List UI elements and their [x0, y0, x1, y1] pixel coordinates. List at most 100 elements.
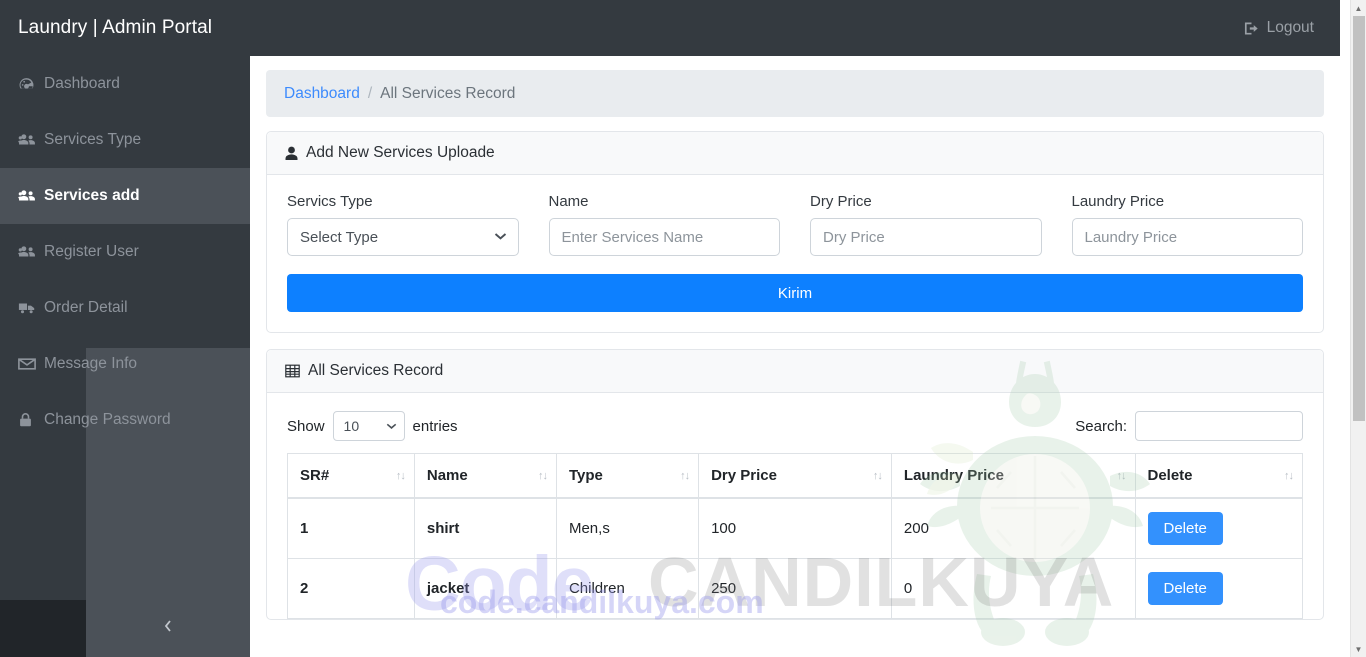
table-row: 2 jacket Children 250 0 Delete [287, 558, 1303, 619]
scrollbar-up-arrow[interactable]: ▲ [1351, 0, 1366, 16]
table-icon [285, 364, 300, 378]
submit-button[interactable]: Kirim [287, 274, 1303, 312]
logout-button[interactable]: Logout [1243, 19, 1314, 37]
add-service-card-body: Servics Type Select Type Name Enter Serv… [267, 175, 1323, 332]
column-header-label: Name [426, 467, 468, 484]
cell-sr: 2 [287, 558, 415, 619]
services-type-label: Servics Type [287, 193, 373, 210]
sort-icon: ↑↓ [1284, 469, 1294, 482]
sidebar-item-register-user[interactable]: Register User [0, 224, 250, 280]
sidebar-collapse-button[interactable] [86, 600, 250, 657]
lock-icon [18, 412, 44, 428]
truck-icon [18, 300, 44, 316]
chevron-left-icon [163, 618, 173, 639]
sidebar-item-label: Message Info [44, 355, 138, 372]
logout-label: Logout [1266, 19, 1314, 36]
sort-icon: ↑↓ [1116, 469, 1127, 482]
dry-price-input[interactable] [810, 218, 1042, 256]
tachometer-icon [18, 76, 44, 93]
cell-dry-price: 100 [698, 497, 892, 559]
column-header-name[interactable]: Name ↑↓ [413, 453, 557, 499]
breadcrumb-link-dashboard[interactable]: Dashboard [284, 85, 360, 103]
brand-title: Laundry | Admin Portal [18, 17, 213, 38]
sidebar-item-message-info[interactable]: Message Info [0, 336, 250, 392]
sidebar-item-label: Dashboard [44, 75, 120, 92]
column-header-sr[interactable]: SR# ↑↓ [287, 453, 415, 499]
sidebar-item-dashboard[interactable]: Dashboard [0, 56, 250, 112]
datatable-wrapper: Show 10 entries Search: SR# ↑↓ Name ↑↓ T… [267, 393, 1323, 619]
table-row: 1 shirt Men,s 100 200 Delete [287, 497, 1303, 559]
cell-name: shirt [413, 497, 557, 559]
form-group-laundry-price: Laundry Price [1071, 193, 1303, 256]
users-icon [18, 188, 44, 204]
delete-button[interactable]: Delete [1147, 572, 1223, 605]
sort-icon: ↑↓ [537, 469, 548, 482]
column-header-laundry-price[interactable]: Laundry Price ↑↓ [890, 453, 1136, 499]
cell-dry-price: 250 [698, 558, 892, 619]
all-services-record-card: All Services Record Show 10 entries Sear… [266, 349, 1324, 620]
form-group-services-type: Servics Type Select Type [287, 193, 519, 256]
column-header-label: Delete [1147, 467, 1193, 484]
sidebar-item-change-password[interactable]: Change Password [0, 392, 250, 448]
all-services-record-card-header: All Services Record [267, 350, 1323, 393]
name-label: Name [548, 193, 589, 210]
breadcrumb-current: All Services Record [380, 84, 516, 102]
sort-icon: ↑↓ [872, 469, 883, 482]
laundry-price-input[interactable] [1071, 218, 1303, 256]
all-services-record-card-title: All Services Record [308, 362, 444, 379]
dry-price-label: Dry Price [810, 193, 872, 210]
sidebar-item-services-type[interactable]: Services Type [0, 112, 250, 168]
datatable-controls: Show 10 entries Search: [287, 411, 1303, 441]
sidebar-item-label: Services Type [44, 131, 142, 148]
table-header-row: SR# ↑↓ Name ↑↓ Type ↑↓ Dry Price ↑↓ Laun… [287, 453, 1303, 499]
form-group-dry-price: Dry Price [810, 193, 1042, 256]
column-header-label: SR# [300, 467, 330, 484]
cell-delete: Delete [1134, 497, 1303, 559]
form-group-name: Name [548, 193, 780, 256]
sidebar-item-services-add[interactable]: Services add [0, 168, 250, 224]
scrollbar-thumb[interactable] [1353, 16, 1365, 421]
topbar: Logout [250, 0, 1340, 56]
sidebar-item-order-detail[interactable]: Order Detail [0, 280, 250, 336]
breadcrumb-separator: / [367, 84, 373, 102]
add-service-card: Add New Services Uploade Servics Type Se… [266, 131, 1324, 333]
breadcrumb: Dashboard / All Services Record [266, 70, 1324, 117]
services-name-input[interactable] [548, 218, 780, 256]
column-header-label: Dry Price [711, 467, 777, 484]
delete-button[interactable]: Delete [1147, 512, 1223, 545]
sidebar-item-label: Order Detail [44, 299, 128, 316]
column-header-type[interactable]: Type ↑↓ [555, 453, 700, 499]
cell-laundry-price: 200 [890, 497, 1136, 559]
admin-portal-page: Laundry | Admin Portal Dashboard Service… [0, 0, 1366, 657]
datatable-search-control: Search: [1075, 411, 1303, 441]
column-header-label: Laundry Price [903, 467, 1004, 484]
entries-label: entries [412, 417, 458, 435]
scrollbar-down-arrow[interactable]: ▼ [1351, 641, 1366, 657]
sidebar-item-label: Services add [44, 187, 140, 204]
services-table: SR# ↑↓ Name ↑↓ Type ↑↓ Dry Price ↑↓ Laun… [287, 453, 1303, 619]
search-input[interactable] [1135, 411, 1303, 441]
datatable-length-control: Show 10 entries [287, 411, 458, 441]
sort-icon: ↑↓ [680, 469, 690, 482]
page-length-select[interactable]: 10 [332, 411, 405, 441]
page-scrollbar[interactable]: ▲ ▼ [1350, 0, 1366, 657]
search-label: Search: [1075, 417, 1127, 435]
column-header-dry-price[interactable]: Dry Price ↑↓ [698, 453, 892, 499]
envelope-icon [18, 357, 44, 371]
services-type-select[interactable]: Select Type [287, 218, 519, 256]
column-header-delete[interactable]: Delete ↑↓ [1134, 453, 1303, 499]
main-content: Dashboard / All Services Record Add New … [250, 56, 1340, 657]
add-service-card-header: Add New Services Uploade [267, 132, 1323, 175]
add-service-card-title: Add New Services Uploade [306, 144, 495, 161]
form-row: Servics Type Select Type Name Enter Serv… [287, 193, 1303, 256]
laundry-price-label: Laundry Price [1071, 193, 1165, 210]
cell-name: jacket [413, 558, 557, 619]
cell-type: Men,s [555, 497, 700, 559]
cell-type: Children [555, 558, 700, 619]
cell-sr: 1 [287, 497, 415, 559]
show-label: Show [287, 417, 325, 435]
logout-icon [1243, 21, 1260, 36]
users-icon [18, 132, 44, 148]
sidebar-item-label: Register User [44, 243, 139, 260]
sidebar-item-label: Change Password [44, 411, 171, 428]
